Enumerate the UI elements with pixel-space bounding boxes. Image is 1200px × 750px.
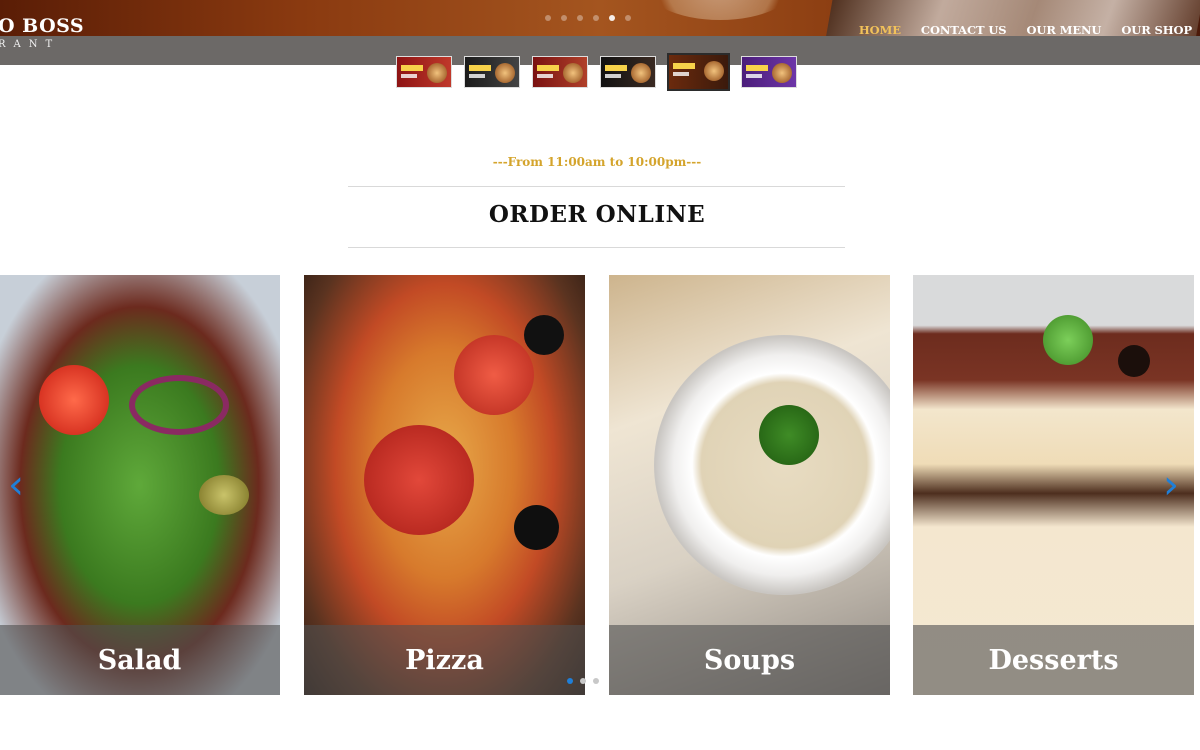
opening-hours: ---From 11:00am to 10:00pm--- <box>492 155 702 169</box>
thumbnail[interactable] <box>532 56 588 88</box>
divider <box>348 186 845 187</box>
card-label: Soups <box>703 644 796 676</box>
category-card-salad[interactable]: Salad <box>0 275 280 695</box>
card-caption: Pizza <box>304 625 585 695</box>
thumbnail[interactable] <box>464 56 520 88</box>
thumbnail[interactable] <box>396 56 452 88</box>
thumbnail[interactable] <box>600 56 656 88</box>
blueberry-image <box>1118 345 1150 377</box>
card-label: Pizza <box>405 644 484 676</box>
card-caption: Salad <box>0 625 280 695</box>
olive-image <box>199 475 249 515</box>
mint-leaf-image <box>1043 315 1093 365</box>
site-logo[interactable]: O BOSS RANT <box>0 16 84 50</box>
parsley-image <box>759 405 819 465</box>
category-card-desserts[interactable]: Desserts <box>913 275 1194 695</box>
pepperoni-image <box>364 425 474 535</box>
olive-image <box>524 315 564 355</box>
carousel-pagination <box>567 678 599 684</box>
nav-our-menu[interactable]: OUR MENU <box>1027 23 1102 37</box>
logo-name: O BOSS <box>0 15 85 37</box>
category-card-pizza[interactable]: Pizza <box>304 275 585 695</box>
logo-subtitle: RANT <box>0 39 61 50</box>
chevron-left-icon[interactable]: ‹ <box>8 465 28 505</box>
section-title: ORDER ONLINE <box>488 201 706 228</box>
card-label: Salad <box>97 644 182 676</box>
nav-our-shop[interactable]: OUR SHOP <box>1121 23 1192 37</box>
onion-image <box>129 375 229 435</box>
nav-home[interactable]: HOME <box>859 23 901 37</box>
thumbnail-active[interactable] <box>667 53 730 91</box>
card-label: Desserts <box>988 644 1119 676</box>
tomato-image <box>39 365 109 435</box>
card-caption: Soups <box>609 625 890 695</box>
carousel-dot-active[interactable] <box>567 678 573 684</box>
thumbnail[interactable] <box>741 56 797 88</box>
tomato-image <box>454 335 534 415</box>
carousel-dot[interactable] <box>593 678 599 684</box>
chevron-right-icon[interactable]: › <box>1163 465 1183 505</box>
carousel-dot[interactable] <box>580 678 586 684</box>
olive-image <box>514 505 559 550</box>
category-card-soups[interactable]: Soups <box>609 275 890 695</box>
card-caption: Desserts <box>913 625 1194 695</box>
main-nav: HOME CONTACT US OUR MENU OUR SHOP <box>859 23 1192 37</box>
nav-contact-us[interactable]: CONTACT US <box>921 23 1007 37</box>
soup-bowl-image <box>654 335 890 595</box>
slider-thumbnails <box>396 53 797 91</box>
divider <box>348 247 845 248</box>
